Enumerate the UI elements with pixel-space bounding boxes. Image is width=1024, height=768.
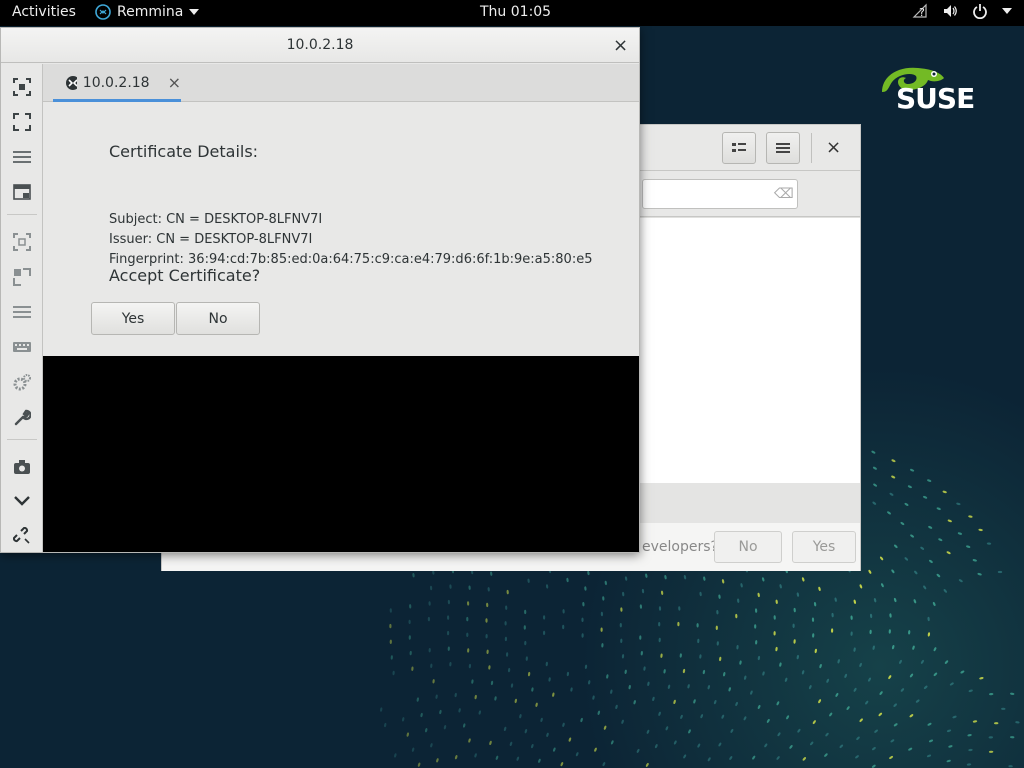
hamburger-icon bbox=[13, 306, 31, 318]
app-menu-label: Remmina bbox=[117, 4, 184, 20]
tab-connection[interactable]: 10.0.2.18 × bbox=[53, 66, 181, 102]
fullscreen-button[interactable] bbox=[9, 109, 35, 135]
tab-bar: 10.0.2.18 × bbox=[43, 64, 639, 102]
camera-icon bbox=[14, 460, 30, 474]
gears-icon bbox=[13, 374, 31, 391]
suse-wordmark: SUSE bbox=[896, 82, 975, 115]
volume-icon bbox=[944, 5, 957, 17]
list-view-button[interactable] bbox=[722, 132, 756, 164]
info-question: evelopers? bbox=[642, 539, 718, 555]
remote-desktop-icon bbox=[66, 75, 77, 90]
hamburger-icon bbox=[776, 143, 790, 153]
power-icon bbox=[973, 4, 987, 19]
certificate-subject: Subject: CN = DESKTOP-8LFNV7I bbox=[109, 212, 323, 227]
grab-keyboard-button[interactable] bbox=[9, 334, 35, 360]
hamburger-icon bbox=[13, 151, 31, 163]
system-menu[interactable]: ? bbox=[912, 3, 1012, 19]
close-icon[interactable]: × bbox=[168, 73, 181, 92]
certificate-panel: Certificate Details: Subject: CN = DESKT… bbox=[43, 102, 639, 356]
disconnect-icon bbox=[13, 527, 30, 544]
toolbar-separator bbox=[7, 439, 37, 440]
toggle-fullscreen-button[interactable] bbox=[9, 74, 35, 100]
screenshot-button[interactable] bbox=[9, 454, 35, 480]
yes-button[interactable]: Yes bbox=[91, 302, 175, 335]
certificate-fingerprint: Fingerprint: 36:94:cd:7b:85:ed:0a:64:75:… bbox=[109, 252, 593, 267]
close-icon[interactable]: × bbox=[613, 35, 628, 56]
window-titlebar[interactable]: 10.0.2.18 × bbox=[1, 28, 639, 63]
window-icon bbox=[13, 184, 31, 200]
chevron-down-icon bbox=[14, 496, 30, 506]
tools-button[interactable] bbox=[9, 404, 35, 430]
scale-icon bbox=[13, 233, 31, 251]
keyboard-icon bbox=[13, 342, 31, 352]
no-button[interactable]: No bbox=[714, 531, 782, 563]
fit-window-icon bbox=[13, 78, 31, 96]
multi-monitor-button[interactable] bbox=[9, 299, 35, 325]
certificate-issuer: Issuer: CN = DESKTOP-8LFNV7I bbox=[109, 232, 313, 247]
clock[interactable]: Thu 01:05 bbox=[480, 4, 551, 20]
scale-button[interactable] bbox=[9, 229, 35, 255]
resize-icon bbox=[13, 268, 31, 286]
chevron-down-icon bbox=[189, 9, 200, 15]
svg-text:?: ? bbox=[919, 6, 925, 19]
suse-logo: SUSE bbox=[878, 62, 988, 116]
remote-screen[interactable] bbox=[43, 356, 639, 552]
clear-icon[interactable]: ⌫ bbox=[774, 186, 794, 202]
top-bar: Activities Remmina Thu 01:05 ? bbox=[0, 0, 1024, 26]
no-button[interactable]: No bbox=[176, 302, 260, 335]
certificate-heading: Certificate Details: bbox=[109, 142, 259, 161]
list-view-icon bbox=[732, 143, 746, 152]
dynamic-resolution-button[interactable] bbox=[9, 264, 35, 290]
disconnect-button[interactable] bbox=[9, 523, 35, 549]
activities-button[interactable]: Activities bbox=[12, 4, 76, 20]
toolbar-separator bbox=[7, 214, 37, 215]
tab-label: 10.0.2.18 bbox=[82, 74, 150, 91]
fullscreen-icon bbox=[13, 113, 31, 131]
menu-button[interactable] bbox=[766, 132, 800, 164]
window-title: 10.0.2.18 bbox=[286, 37, 354, 53]
minimize-button[interactable] bbox=[9, 488, 35, 514]
switch-tab-button[interactable] bbox=[9, 179, 35, 205]
remmina-icon bbox=[95, 4, 111, 20]
yes-button[interactable]: Yes bbox=[792, 531, 856, 563]
remmina-toolbar bbox=[1, 64, 43, 552]
preferences-button[interactable] bbox=[9, 369, 35, 395]
chevron-down-icon bbox=[1002, 8, 1012, 14]
close-icon[interactable]: × bbox=[826, 137, 841, 158]
header-separator bbox=[811, 133, 812, 163]
menu-button[interactable] bbox=[9, 144, 35, 170]
remmina-window: 10.0.2.18 × 10.0.2.18 × Certificate Deta… bbox=[0, 27, 640, 553]
app-menu[interactable]: Remmina bbox=[95, 4, 200, 20]
network-unknown-icon: ? bbox=[912, 3, 927, 19]
accept-question: Accept Certificate? bbox=[109, 266, 261, 285]
wrench-icon bbox=[14, 409, 31, 426]
